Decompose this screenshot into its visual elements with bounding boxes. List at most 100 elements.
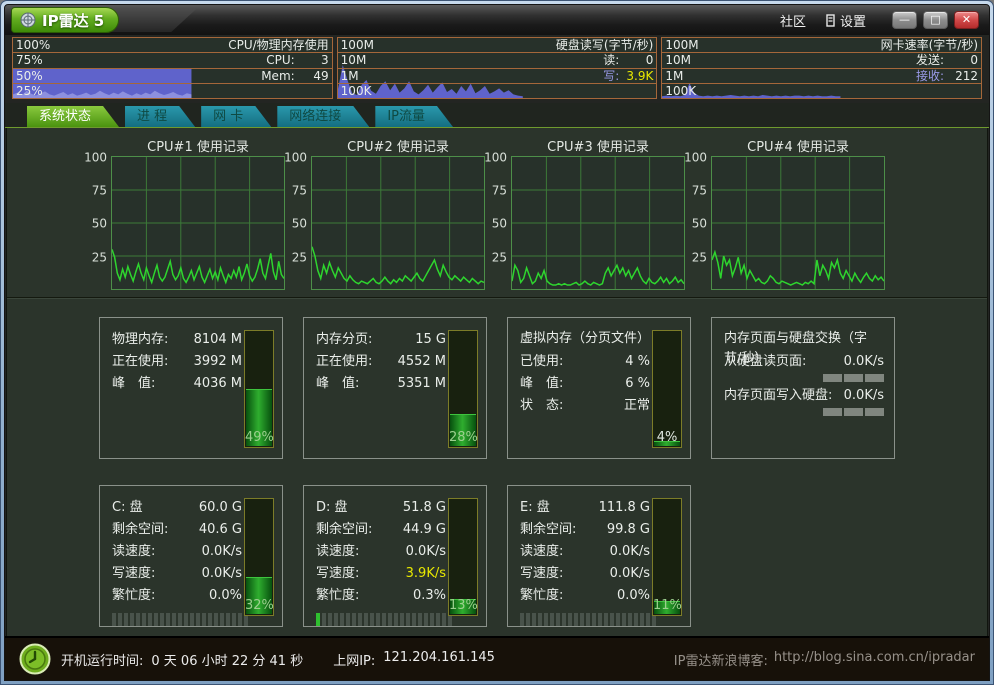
- disk-box-row: C: 盘 60.0 G 剩余空间: 40.6 G 读速度: 0.0K/s 写速度: 0.…: [7, 485, 987, 627]
- titlebar: IP雷达 5 社区 设置 — □ ✕: [5, 5, 989, 35]
- stat-value: 0.0%: [209, 585, 242, 607]
- cpu4-y-axis: 100 75 50 25: [687, 156, 711, 290]
- app-window: IP雷达 5 社区 设置 — □ ✕: [0, 0, 994, 685]
- scale-label: 1M: [665, 69, 683, 83]
- stat-value: 40.6 G: [199, 519, 242, 541]
- stat-value: 0.0%: [617, 585, 650, 607]
- swap-write-meter: [724, 408, 884, 416]
- stat-label: 状 态:: [520, 395, 563, 417]
- net-send-label: 发送:: [916, 53, 944, 67]
- cpu4-chart-title: CPU#4 使用记录: [687, 136, 885, 156]
- stat-value: 8104 M: [194, 329, 242, 351]
- cpu2-y-axis: 100 75 50 25: [287, 156, 311, 290]
- stat-label: 写速度:: [316, 563, 359, 585]
- cpu-stat-label: CPU:: [266, 53, 294, 67]
- close-button[interactable]: ✕: [954, 11, 979, 29]
- gauge-percent: 32%: [245, 598, 273, 613]
- cpu3-usage-chart: [511, 156, 685, 290]
- cpu1-chart-unit: CPU#1 使用记录 100 75 50 25: [87, 136, 285, 290]
- blog-url-link[interactable]: http://blog.sina.com.cn/ipradar: [774, 650, 975, 669]
- mem-stat-label: Mem:: [261, 69, 294, 83]
- scale-label: 10M: [665, 53, 691, 67]
- uptime-label: 开机运行时间:: [61, 650, 143, 669]
- tab-processes[interactable]: 进 程: [125, 106, 195, 127]
- tab-ip-traffic[interactable]: IP流量: [375, 106, 453, 127]
- stat-label: C: 盘: [112, 497, 143, 519]
- stat-label: 正在使用:: [316, 351, 372, 373]
- stat-label: D: 盘: [316, 497, 348, 519]
- scale-label: 75%: [16, 53, 43, 67]
- uptime-value: 0 天 06 小时 22 分 41 秒: [151, 650, 303, 669]
- scale-label: 100K: [341, 84, 372, 98]
- panel-title: CPU/物理内存使用: [228, 38, 328, 52]
- stat-value: 0.3%: [413, 585, 446, 607]
- stat-label: E: 盘: [520, 497, 550, 519]
- stat-label: 繁忙度:: [520, 585, 563, 607]
- stat-label: 从硬盘读页面:: [724, 351, 806, 373]
- stat-value: 15 G: [415, 329, 446, 351]
- scale-label: 50%: [16, 69, 43, 83]
- stat-value: 0.0K/s: [202, 541, 242, 563]
- disk-e-usage-gauge: 11%: [652, 498, 682, 616]
- community-button[interactable]: 社区: [780, 11, 806, 30]
- disk-d-usage-gauge: 13%: [448, 498, 478, 616]
- cpu1-chart-title: CPU#1 使用记录: [87, 136, 285, 156]
- disk-write-value: 3.9K: [623, 69, 653, 83]
- panel-title: 网卡速率(字节/秒): [881, 38, 978, 52]
- net-recv-value: 212: [948, 69, 978, 83]
- stat-value: 0.0K/s: [844, 351, 884, 373]
- swap-read-meter: [724, 374, 884, 382]
- stat-label: 内存分页:: [316, 329, 372, 351]
- minimize-button[interactable]: —: [892, 11, 917, 29]
- gauge-percent: 28%: [449, 430, 477, 445]
- tab-system-status[interactable]: 系统状态: [27, 106, 119, 127]
- cpu4-usage-chart: [711, 156, 885, 290]
- stat-value: 0.0K/s: [202, 563, 242, 585]
- cpu-history-row: CPU#1 使用记录 100 75 50 25 CPU#2 使用记录: [7, 136, 987, 290]
- system-status-page: CPU#1 使用记录 100 75 50 25 CPU#2 使用记录: [6, 128, 988, 636]
- stat-label: 写速度:: [112, 563, 155, 585]
- stat-value: 0.0K/s: [406, 541, 446, 563]
- cpu2-chart-title: CPU#2 使用记录: [287, 136, 485, 156]
- stat-label: 峰 值:: [520, 373, 563, 395]
- top-monitor-strip: 100%CPU/物理内存使用 75%CPU:3 50%Mem:49 25% 10…: [5, 35, 989, 103]
- window-inner: IP雷达 5 社区 设置 — □ ✕: [4, 4, 990, 681]
- stat-value: 正常: [624, 395, 650, 417]
- stat-value: 4552 M: [398, 351, 446, 373]
- stat-label: 读速度:: [112, 541, 155, 563]
- stat-value: 99.8 G: [607, 519, 650, 541]
- stat-value: 0.0K/s: [844, 385, 884, 407]
- radar-icon: [20, 12, 36, 28]
- statusbar: 开机运行时间:0 天 06 小时 22 分 41 秒 上网IP:121.204.…: [5, 636, 989, 680]
- settings-button[interactable]: 设置: [826, 11, 866, 30]
- cpu4-chart-unit: CPU#4 使用记录 100 75 50 25: [687, 136, 885, 290]
- disk-write-label: 写:: [603, 69, 619, 83]
- tabbar: 系统状态 进 程 网 卡 网络连接 IP流量: [5, 103, 989, 128]
- stat-value: 44.9 G: [403, 519, 446, 541]
- disk-e-busy-meter: [520, 613, 656, 626]
- stat-value: 5351 M: [398, 373, 446, 395]
- gauge-percent: 49%: [245, 430, 273, 445]
- disk-c-box: C: 盘60.0 G 剩余空间:40.6 G 读速度:0.0K/s 写速度:0.…: [99, 485, 283, 627]
- stat-value: 111.8 G: [599, 497, 650, 519]
- uptime-clock-icon: [19, 643, 51, 675]
- tab-network-card[interactable]: 网 卡: [201, 106, 271, 127]
- disk-read-label: 读:: [603, 53, 619, 67]
- page-memory-box: 内存分页: 15 G 正在使用: 4552 M 峰 值: 5351 M 28%: [303, 317, 487, 459]
- tab-network-connections[interactable]: 网络连接: [277, 106, 369, 127]
- net-recv-label: 接收:: [916, 69, 944, 83]
- stat-label: 剩余空间:: [520, 519, 576, 541]
- maximize-button[interactable]: □: [923, 11, 948, 29]
- cpu3-chart-unit: CPU#3 使用记录 100 75 50 25: [487, 136, 685, 290]
- physical-memory-box: 物理内存:8104 M 正在使用:3992 M 峰 值:4036 M 49%: [99, 317, 283, 459]
- cpu-stat-value: 3: [299, 53, 329, 67]
- cpu3-y-axis: 100 75 50 25: [487, 156, 511, 290]
- scale-label: 100%: [16, 38, 50, 52]
- cpu2-chart-unit: CPU#2 使用记录 100 75 50 25: [287, 136, 485, 290]
- stat-label: 峰 值:: [316, 373, 359, 395]
- stat-value: 60.0 G: [199, 497, 242, 519]
- page-memory-gauge: 28%: [448, 330, 478, 448]
- stat-label: 读速度:: [316, 541, 359, 563]
- stat-label: 剩余空间:: [316, 519, 372, 541]
- stat-label: 峰 值:: [112, 373, 155, 395]
